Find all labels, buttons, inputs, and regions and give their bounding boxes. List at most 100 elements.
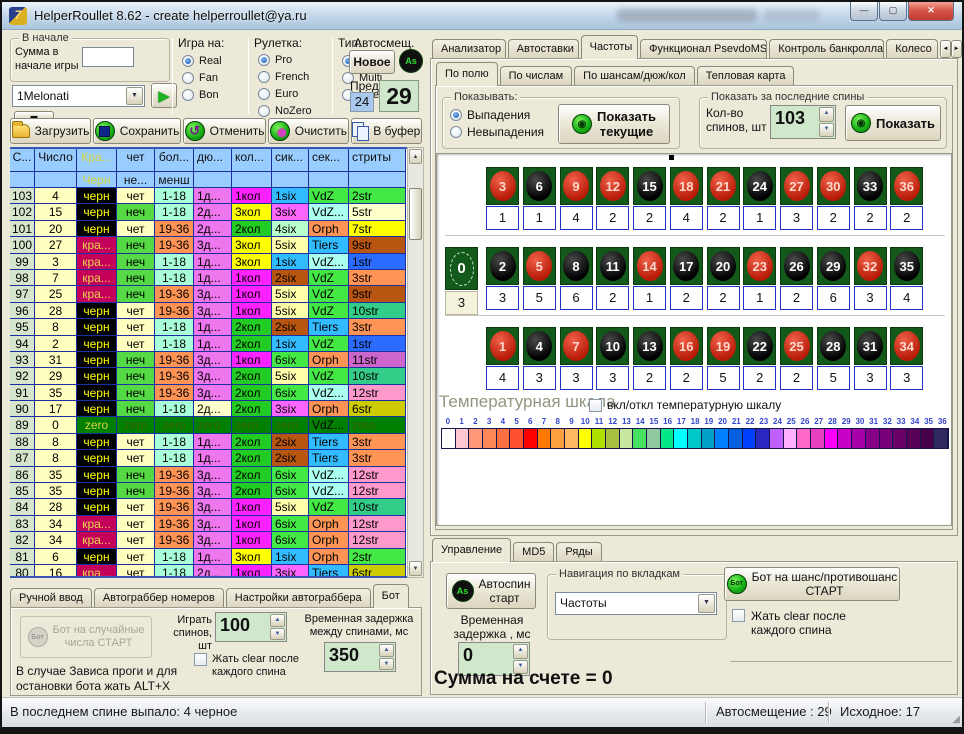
table-cell[interactable]: 1-18 bbox=[155, 434, 194, 450]
table-cell[interactable]: 35 bbox=[35, 467, 77, 483]
table-cell[interactable]: 86 bbox=[10, 467, 35, 483]
table-cell[interactable]: VdZ bbox=[309, 499, 349, 515]
temp-scale-checkbox[interactable]: вкл/откл температурную шкалу bbox=[589, 398, 781, 412]
nav-dropdown[interactable]: Частоты ▼ bbox=[555, 592, 717, 615]
table-cell[interactable]: 10str bbox=[349, 303, 406, 319]
board-count-cell[interactable]: 2 bbox=[633, 366, 666, 390]
table-cell[interactable]: кра... bbox=[77, 270, 117, 286]
table-cell[interactable]: 25 bbox=[35, 286, 77, 302]
table-cell[interactable]: 2д... bbox=[194, 401, 232, 417]
table-cell[interactable]: 82 bbox=[10, 532, 35, 548]
board-count-cell[interactable]: 1 bbox=[633, 286, 666, 310]
table-cell[interactable]: VdZ... bbox=[309, 483, 349, 499]
board-count-cell[interactable]: 5 bbox=[817, 366, 850, 390]
table-cell[interactable]: 2кол bbox=[232, 467, 272, 483]
table-cell[interactable]: zero bbox=[77, 417, 117, 433]
table-cell[interactable]: 1д... bbox=[194, 336, 232, 352]
board-count-cell[interactable]: 2 bbox=[670, 366, 703, 390]
table-cell[interactable]: черн bbox=[77, 352, 117, 368]
scrollbar-thumb[interactable] bbox=[409, 188, 422, 240]
history-table[interactable]: С...ЧислоКра...четбол...дю...кол...сик..… bbox=[10, 147, 407, 578]
table-cell[interactable]: неч bbox=[117, 204, 155, 220]
table-cell[interactable]: черн bbox=[77, 303, 117, 319]
board-number-cell[interactable]: 27 bbox=[780, 167, 813, 205]
table-cell[interactable]: Tiers bbox=[309, 450, 349, 466]
tab-Управление[interactable]: Управление bbox=[432, 538, 511, 562]
table-cell[interactable]: 6six bbox=[272, 516, 309, 532]
table-cell[interactable]: черн bbox=[77, 204, 117, 220]
board-number-cell[interactable]: 14 bbox=[633, 247, 666, 285]
toolbar-button-clear[interactable]: Очистить bbox=[268, 118, 349, 144]
table-cell[interactable]: 2str bbox=[349, 549, 406, 565]
board-count-cell[interactable]: 1 bbox=[523, 206, 556, 230]
table-cell[interactable]: 7 bbox=[35, 270, 77, 286]
table-cell[interactable]: VdZ... bbox=[309, 467, 349, 483]
table-cell[interactable]: черн bbox=[77, 319, 117, 335]
table-cell[interactable] bbox=[349, 172, 406, 188]
table-cell[interactable]: дю... bbox=[194, 149, 232, 172]
table-cell[interactable]: черн bbox=[77, 549, 117, 565]
table-cell[interactable]: Черн bbox=[77, 172, 117, 188]
table-cell[interactable]: 3д... bbox=[194, 385, 232, 401]
board-count-cell[interactable]: 2 bbox=[890, 206, 923, 230]
table-cell[interactable]: VdZ... bbox=[309, 204, 349, 220]
table-cell[interactable]: 1д... bbox=[194, 254, 232, 270]
table-cell[interactable]: 1кол bbox=[232, 565, 272, 578]
table-cell[interactable]: 1кол bbox=[232, 286, 272, 302]
table-cell[interactable]: 4six bbox=[272, 221, 309, 237]
table-cell[interactable]: VdZ bbox=[309, 303, 349, 319]
table-cell[interactable]: 99 bbox=[10, 254, 35, 270]
board-count-cell[interactable]: 4 bbox=[560, 206, 593, 230]
table-cell[interactable]: черн bbox=[77, 401, 117, 417]
radio-option-Pro[interactable]: Pro bbox=[258, 51, 312, 68]
table-cell[interactable]: чет bbox=[117, 319, 155, 335]
table-cell[interactable]: zero bbox=[349, 417, 406, 433]
board-number-cell[interactable]: 28 bbox=[817, 327, 850, 365]
table-cell[interactable]: черн bbox=[77, 385, 117, 401]
table-cell[interactable]: 0 bbox=[35, 417, 77, 433]
board-count-cell[interactable]: 2 bbox=[707, 286, 740, 310]
table-cell[interactable]: 10str bbox=[349, 499, 406, 515]
table-cell[interactable]: 5str bbox=[349, 204, 406, 220]
stepper-down-icon[interactable]: ▼ bbox=[270, 628, 285, 641]
board-number-cell[interactable]: 21 bbox=[707, 167, 740, 205]
table-cell[interactable]: чет bbox=[117, 516, 155, 532]
table-cell[interactable]: 1-18 bbox=[155, 336, 194, 352]
table-cell[interactable]: кра... bbox=[77, 565, 117, 578]
table-cell[interactable]: С... bbox=[10, 149, 35, 172]
spins-stepper[interactable]: 100 ▲▼ bbox=[215, 612, 287, 642]
table-cell[interactable]: 3д... bbox=[194, 499, 232, 515]
table-cell[interactable]: 6str bbox=[349, 565, 406, 578]
table-cell[interactable]: 1-18 bbox=[155, 204, 194, 220]
table-cell[interactable]: черн bbox=[77, 434, 117, 450]
table-cell[interactable]: неч bbox=[117, 352, 155, 368]
table-cell[interactable]: 1кол bbox=[232, 352, 272, 368]
table-cell[interactable]: чет bbox=[117, 149, 155, 172]
tab-Автограббер номеров[interactable]: Автограббер номеров bbox=[94, 588, 224, 608]
table-cell[interactable]: 2д... bbox=[194, 204, 232, 220]
table-cell[interactable]: 3six bbox=[272, 204, 309, 220]
table-cell[interactable]: 19-36 bbox=[155, 368, 194, 384]
table-cell[interactable]: 89 bbox=[10, 417, 35, 433]
table-cell[interactable]: неч bbox=[117, 270, 155, 286]
table-cell[interactable]: неч bbox=[117, 483, 155, 499]
board-count-cell[interactable]: 2 bbox=[780, 286, 813, 310]
table-cell[interactable]: VdZ... bbox=[309, 254, 349, 270]
table-cell[interactable]: черн bbox=[77, 368, 117, 384]
maximize-button[interactable]: ▢ bbox=[879, 2, 907, 21]
board-number-cell[interactable]: 24 bbox=[743, 167, 776, 205]
board-number-cell[interactable]: 30 bbox=[817, 167, 850, 205]
table-cell[interactable]: 1д... bbox=[194, 270, 232, 286]
table-cell[interactable]: 6six bbox=[272, 532, 309, 548]
table-cell[interactable]: 80 bbox=[10, 565, 35, 578]
table-cell[interactable]: 83 bbox=[10, 516, 35, 532]
table-cell[interactable]: Orph bbox=[309, 221, 349, 237]
table-cell[interactable]: VdZ bbox=[309, 270, 349, 286]
table-cell[interactable]: 5six bbox=[272, 368, 309, 384]
table-cell[interactable]: 19-36 bbox=[155, 467, 194, 483]
table-cell[interactable]: кол... bbox=[232, 149, 272, 172]
table-cell[interactable]: 1кол bbox=[232, 499, 272, 515]
table-cell[interactable]: кра... bbox=[77, 532, 117, 548]
table-cell[interactable]: VdZ bbox=[309, 188, 349, 204]
table-cell[interactable]: 6 bbox=[35, 549, 77, 565]
